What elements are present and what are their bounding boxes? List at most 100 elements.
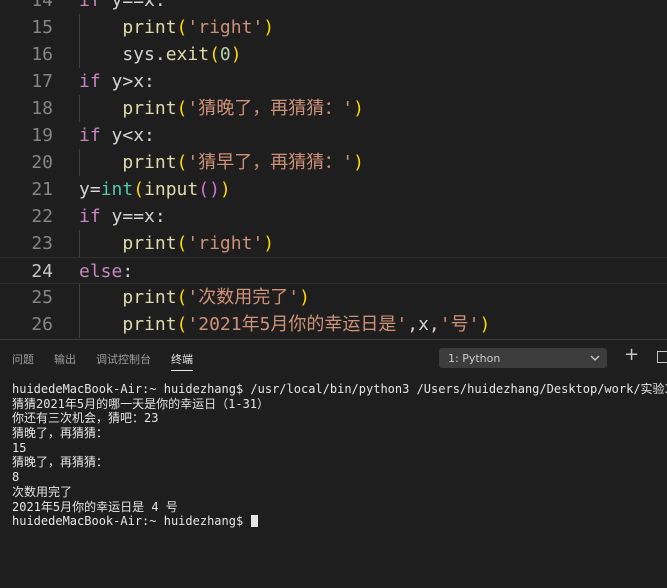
code-token: :: [122, 261, 134, 282]
code-text: sys.exit(0): [79, 41, 242, 68]
chevron-down-icon: [590, 355, 600, 361]
code-token: 'right': [187, 17, 264, 38]
code-token: (: [176, 233, 188, 254]
indent-guide: [79, 230, 80, 257]
code-token: ): [353, 152, 364, 173]
indent-guide: [79, 149, 80, 176]
line-number: 16: [31, 44, 53, 65]
code-token: print: [122, 233, 177, 254]
tab-terminal[interactable]: 终端: [171, 351, 193, 371]
line-number: 26: [31, 314, 53, 335]
code-line[interactable]: 16 sys.exit(0): [0, 41, 667, 68]
plus-icon[interactable]: +: [624, 346, 639, 364]
code-line[interactable]: 21 y=int(input()): [0, 176, 667, 203]
split-terminal-icon[interactable]: [657, 351, 667, 363]
panel-tabs: 问题 输出 调试控制台 终端 1: Python +: [0, 340, 667, 376]
code-line[interactable]: 17 if y>x:: [0, 68, 667, 95]
code-token: exit: [165, 44, 210, 65]
code-text: if y==x:: [79, 0, 166, 14]
terminal-line: 次数用完了: [12, 484, 73, 499]
terminal-prompt-line: huidedeMacBook-Air:~ huidezhang$: [12, 514, 667, 529]
code-token: 'right': [187, 233, 264, 254]
line-number: 14: [31, 0, 53, 11]
line-number: 15: [31, 17, 53, 38]
code-line[interactable]: 18 print('猜晚了，再猜猜：'): [0, 95, 667, 122]
code-token: (: [176, 287, 188, 308]
code-line[interactable]: 15 print('right'): [0, 14, 667, 41]
code-token: 0: [219, 44, 231, 65]
code-line[interactable]: 23 print('right'): [0, 230, 667, 257]
code-text: print('right'): [79, 14, 274, 41]
code-line[interactable]: 26 print('2021年5月你的幸运日是',x,'号'): [0, 311, 667, 338]
code-line[interactable]: 14 if y==x:: [0, 0, 667, 14]
terminal-select-value: 1: Python: [448, 352, 501, 365]
code-token: ): [230, 44, 242, 65]
terminal-line: 2021年5月你的幸运日是 4 号: [12, 499, 178, 514]
code-token: (): [198, 179, 220, 200]
indent-guide: [79, 95, 80, 122]
terminal-select[interactable]: 1: Python: [439, 348, 607, 368]
line-number: 19: [31, 125, 53, 146]
code-token: if: [79, 71, 101, 92]
code-text: else:: [79, 258, 133, 285]
code-line[interactable]: 19 if y<x:: [0, 122, 667, 149]
code-text: print('猜晚了，再猜猜：'): [79, 95, 364, 122]
code-line[interactable]: 25 print('次数用完了'): [0, 284, 667, 311]
code-token: y<x:: [100, 125, 155, 146]
indent-guide: [79, 14, 80, 68]
code-token: ,x,: [407, 314, 440, 335]
code-token: ): [219, 179, 231, 200]
code-token: ): [263, 17, 275, 38]
code-token: sys.: [79, 44, 166, 65]
code-token: y==x:: [100, 0, 166, 11]
code-token: (: [176, 314, 188, 335]
indent-guide: [79, 284, 80, 338]
code-line[interactable]: 24 else:: [0, 257, 667, 284]
line-number: 22: [31, 206, 53, 227]
code-token: (: [209, 44, 220, 65]
code-token: (: [176, 98, 188, 119]
code-token: ): [299, 287, 310, 308]
code-text: print('right'): [79, 230, 274, 257]
code-token: if: [79, 206, 101, 227]
code-token: '次数用完了': [187, 287, 300, 308]
code-token: input: [144, 179, 199, 200]
bottom-panel: 问题 输出 调试控制台 终端 1: Python + huidedeMacBoo…: [0, 339, 667, 588]
code-token: y>x:: [100, 71, 155, 92]
code-editor[interactable]: 14 if y==x: 15 print('right') 16 sys.exit(0…: [0, 0, 667, 339]
line-number: 23: [31, 233, 53, 254]
code-token: print: [122, 152, 177, 173]
code-token: if: [79, 125, 101, 146]
line-number: 17: [31, 71, 53, 92]
code-token: print: [122, 98, 177, 119]
terminal-output[interactable]: huidedeMacBook-Air:~ huidezhang$ /usr/lo…: [12, 382, 667, 529]
code-text: if y==x:: [79, 203, 166, 230]
code-token: (: [133, 179, 145, 200]
code-token: '猜晚了，再猜猜：': [187, 98, 354, 119]
code-text: print('次数用完了'): [79, 284, 310, 311]
line-number: 18: [31, 98, 53, 119]
terminal-cursor: [251, 515, 259, 528]
code-line[interactable]: 22 if y==x:: [0, 203, 667, 230]
code-token: y==x:: [100, 206, 166, 227]
terminal-line: 你还有三次机会，猜吧：23: [12, 411, 159, 426]
tab-problems[interactable]: 问题: [12, 351, 34, 367]
code-token: if: [79, 0, 101, 11]
code-token: '号': [439, 314, 480, 335]
code-token: int: [100, 179, 134, 200]
tab-output[interactable]: 输出: [54, 351, 76, 367]
line-number: 24: [31, 261, 53, 282]
tab-debug-console[interactable]: 调试控制台: [96, 351, 151, 367]
code-line[interactable]: 20 print('猜早了，再猜猜：'): [0, 149, 667, 176]
terminal-line: 猜猜2021年5月的哪一天是你的幸运日（1-31）: [12, 396, 270, 411]
terminal-line: 15: [12, 440, 27, 455]
code-token: ): [479, 314, 491, 335]
terminal-line: 8: [12, 470, 20, 485]
code-token: ): [353, 98, 364, 119]
terminal-line: 猜晚了，再猜猜：: [12, 455, 109, 470]
